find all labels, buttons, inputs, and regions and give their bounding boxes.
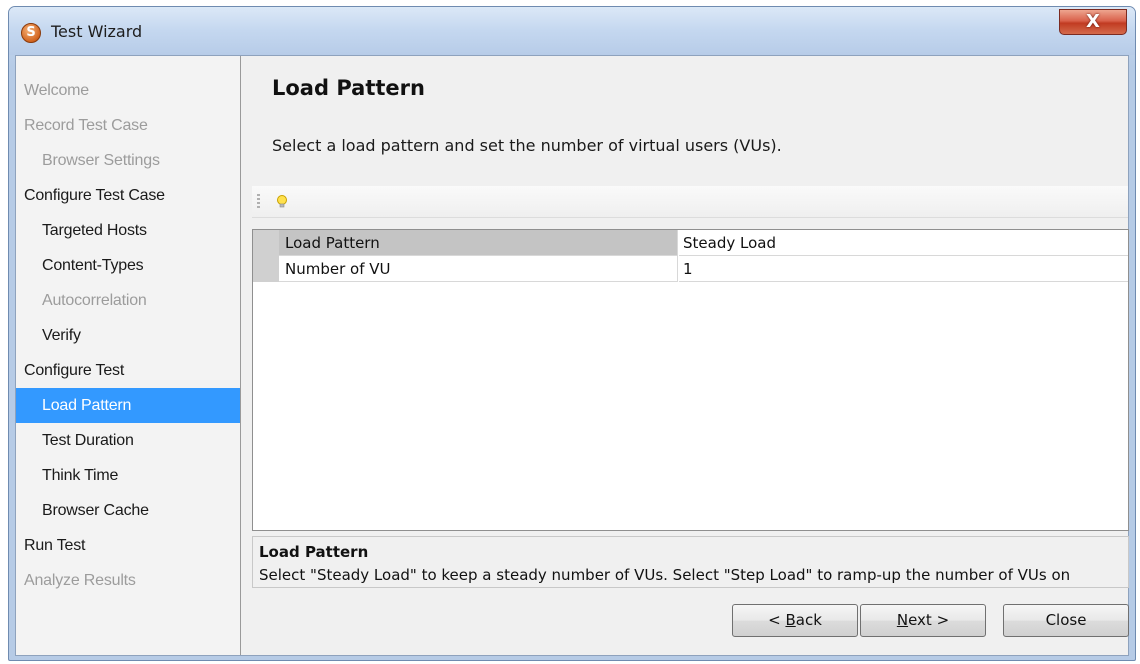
help-text: Select "Steady Load" to keep a steady nu… [259,566,1071,584]
sidebar-item-browser-cache[interactable]: Browser Cache [16,493,240,528]
back-button-prefix: < [768,611,786,629]
help-title: Load Pattern [259,543,369,561]
sidebar-item-targeted-hosts[interactable]: Targeted Hosts [16,213,240,248]
sidebar-item-verify[interactable]: Verify [16,318,240,353]
property-grid: Load Pattern Steady Load Number of VU 1 [252,229,1129,531]
wizard-window: S Test Wizard X Welcome Record Test Case B… [8,6,1136,661]
window-title: Test Wizard [51,22,143,41]
wizard-client-area: Welcome Record Test Case Browser Settings C… [15,55,1129,656]
sidebar-item-think-time[interactable]: Think Time [16,458,240,493]
back-button[interactable]: < Back [732,604,858,637]
sidebar-item-configure-test-case[interactable]: Configure Test Case [16,178,240,213]
property-row-number-of-vu[interactable]: Number of VU 1 [253,256,1128,282]
property-toolbar [252,186,1128,218]
page-title: Load Pattern [272,76,425,100]
wizard-steps-sidebar: Welcome Record Test Case Browser Settings C… [16,56,241,655]
property-help-panel: Load Pattern Select "Steady Load" to kee… [252,536,1129,588]
property-name: Number of VU [279,256,678,282]
back-button-mnemonic: B [785,611,796,629]
close-button[interactable]: Close [1003,604,1129,637]
title-bar[interactable]: S Test Wizard X [9,7,1135,55]
row-header [253,256,279,282]
page-description: Select a load pattern and set the number… [272,136,782,155]
sidebar-item-browser-settings: Browser Settings [42,152,160,169]
wizard-main-panel: Load Pattern Select a load pattern and s… [242,56,1129,655]
lightbulb-icon[interactable] [272,192,292,212]
window-close-button[interactable]: X [1059,9,1127,35]
sidebar-item-record-test-case: Record Test Case [24,117,148,134]
sidebar-item-welcome: Welcome [24,82,89,99]
next-button-rest: ext > [908,611,950,629]
property-row-load-pattern[interactable]: Load Pattern Steady Load [253,230,1128,256]
number-of-vu-value[interactable]: 1 [679,256,1128,282]
sidebar-item-run-test[interactable]: Run Test [16,528,240,563]
load-pattern-value[interactable]: Steady Load [679,230,1128,256]
app-logo-icon: S [21,23,41,43]
next-button-mnemonic: N [896,611,909,629]
row-header [253,230,279,256]
sidebar-item-analyze-results: Analyze Results [24,572,136,589]
next-button[interactable]: Next > [860,604,986,637]
sidebar-item-content-types[interactable]: Content-Types [16,248,240,283]
sidebar-item-load-pattern[interactable]: Load Pattern [16,388,240,423]
property-name: Load Pattern [279,230,678,256]
sidebar-item-autocorrelation: Autocorrelation [42,292,147,309]
sidebar-item-configure-test[interactable]: Configure Test [16,353,240,388]
back-button-rest: ack [795,611,822,629]
toolbar-grip[interactable] [257,194,260,210]
sidebar-item-test-duration[interactable]: Test Duration [16,423,240,458]
